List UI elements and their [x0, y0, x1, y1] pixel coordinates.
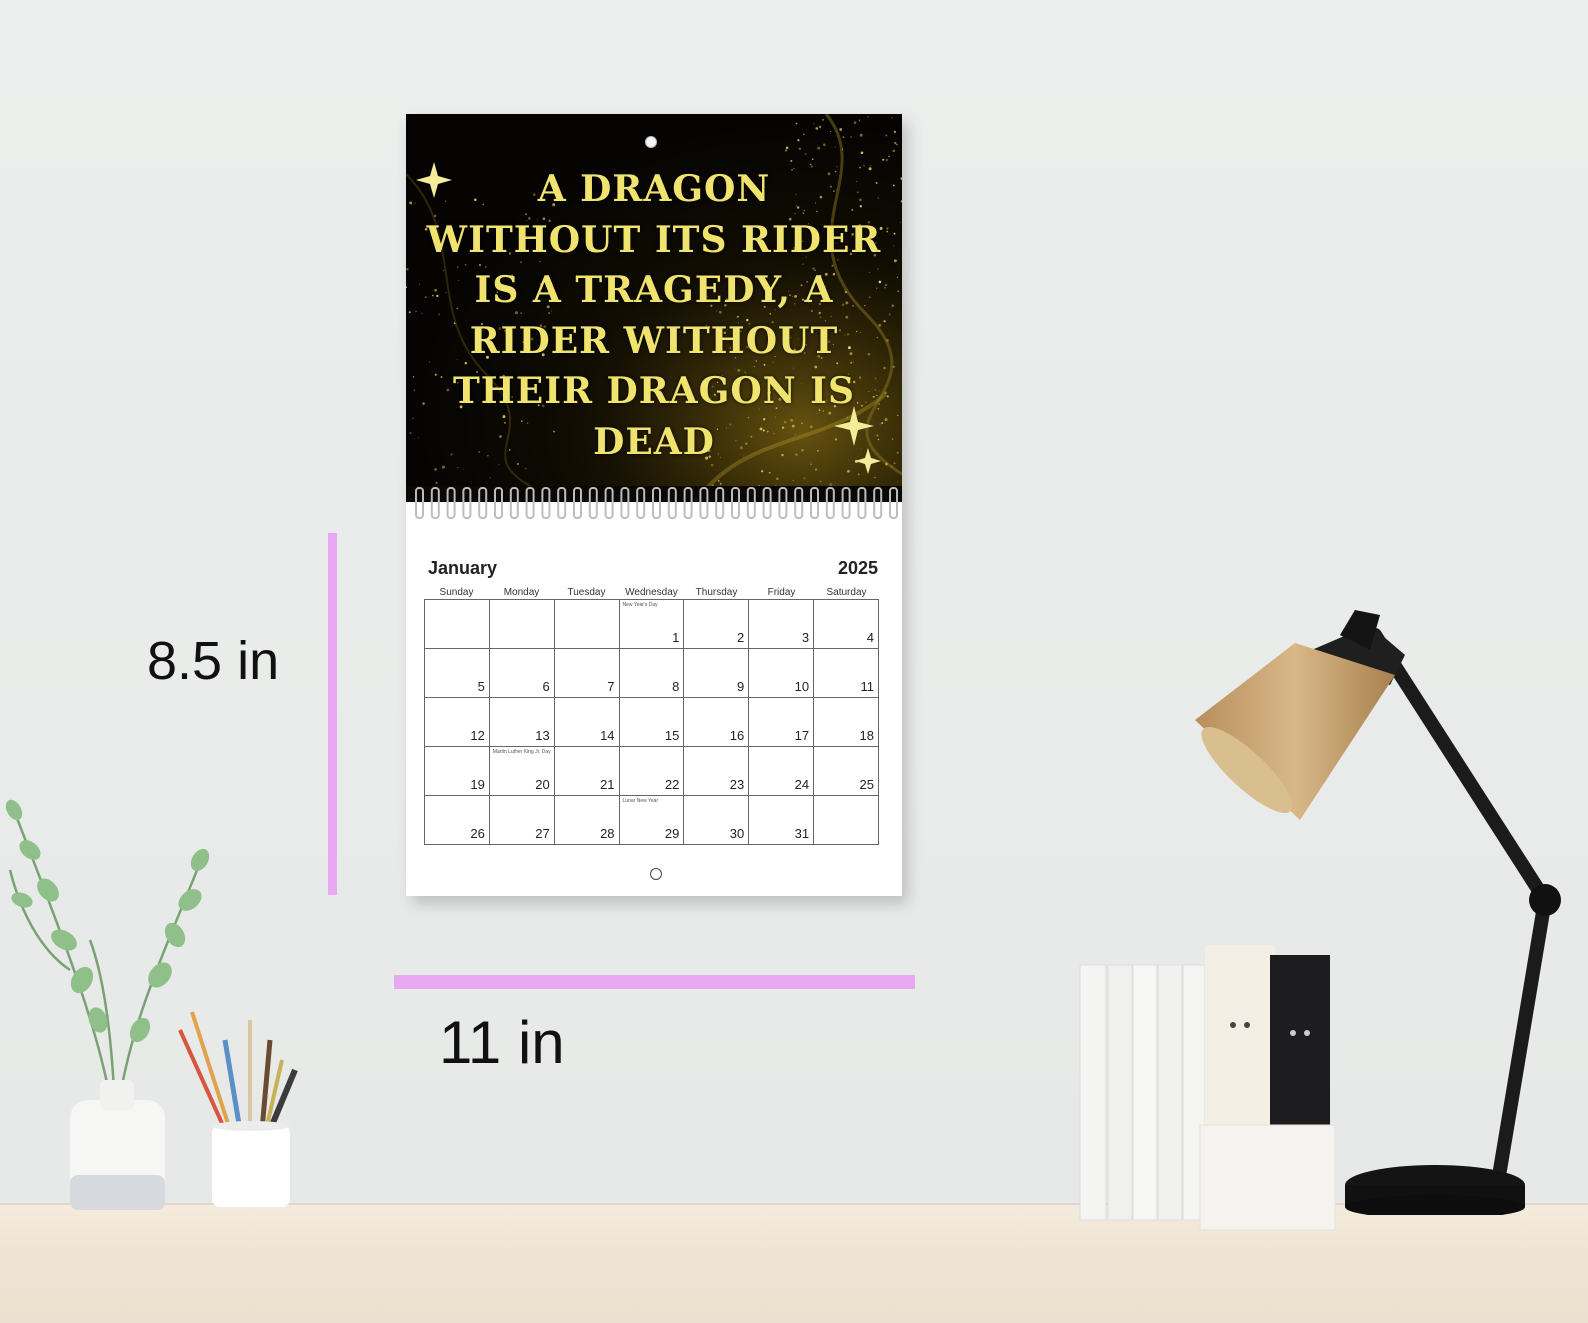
week-row: 5 6 7 8 9 10 11 [424, 648, 879, 698]
day-cell: 19 [424, 746, 490, 796]
day-cell: 17 [748, 697, 815, 747]
weekday-header: Sunday Monday Tuesday Wednesday Thursday Frid… [424, 586, 879, 599]
day-cell: 11 [813, 648, 879, 698]
day-number: 12 [470, 728, 485, 743]
day-cell: 23 [683, 746, 750, 796]
day-cell: 1 New Year's Day [618, 599, 685, 649]
day-number: 4 [866, 630, 874, 645]
day-cell: 26 [424, 795, 490, 845]
height-dimension-label: 8.5 in [147, 631, 280, 691]
day-number: 30 [729, 826, 745, 841]
day-cell: 10 [748, 648, 815, 698]
day-cell: 4 [813, 599, 879, 649]
height-measure-bar [328, 533, 337, 895]
day-number: 22 [664, 777, 680, 792]
holiday-note: New Year's Day [622, 602, 658, 608]
day-cell: 5 [424, 648, 490, 698]
day-cell [553, 599, 620, 649]
day-number: 3 [801, 630, 810, 645]
day-number: 1 [672, 630, 680, 645]
year-title: 2025 [837, 558, 878, 578]
weekday-label: Saturday [826, 587, 867, 598]
day-number: 20 [535, 777, 550, 792]
calendar-quote: A DRAGON WITHOUT ITS RIDER IS A TRAGEDY,… [426, 168, 882, 463]
day-number: 28 [600, 826, 615, 841]
day-cell: 25 [813, 746, 879, 796]
day-cell: 13 [488, 697, 555, 747]
day-cell: 20 Martin Luther King Jr. Day [488, 746, 555, 796]
day-number: 16 [729, 728, 745, 743]
day-number: 15 [664, 728, 680, 743]
day-cell: 14 [553, 697, 620, 747]
day-cell [424, 599, 490, 649]
calendar-page: January 2025 Sunday Monday Tuesday Wednesda… [406, 520, 902, 896]
day-number: 21 [600, 777, 615, 792]
calendar-grid: Sunday Monday Tuesday Wednesday Thursday Frid… [424, 586, 879, 845]
day-number: 6 [542, 679, 550, 694]
width-measure-bar [394, 975, 915, 989]
day-number: 31 [794, 826, 810, 841]
day-cell: 30 [683, 795, 750, 845]
calendar-cover: A DRAGON WITHOUT ITS RIDER IS A TRAGEDY,… [406, 114, 902, 489]
day-number: 11 [860, 679, 875, 694]
week-row: 1 New Year's Day 2 3 4 [424, 599, 879, 649]
day-cell: 7 [553, 648, 620, 698]
day-cell: 22 [618, 746, 685, 796]
weekday-label: Monday [503, 587, 540, 598]
weekday-label: Sunday [439, 587, 474, 598]
week-row: 26 27 28 29 Lunar New Year 30 31 [424, 795, 879, 845]
day-number: 27 [535, 826, 550, 841]
days-table: 1 New Year's Day 2 3 4 5 6 7 8 9 10 11 12 13 14 15 16 17 1… [424, 599, 879, 845]
day-number: 29 [664, 826, 680, 841]
day-number: 10 [794, 679, 810, 694]
day-cell: 29 Lunar New Year [618, 795, 685, 845]
weekday-label: Tuesday [567, 587, 606, 598]
day-number: 25 [859, 777, 874, 792]
bottom-hole [650, 868, 662, 880]
desk-lamp [1195, 610, 1561, 1215]
day-number: 8 [672, 679, 680, 694]
day-cell: 2 [683, 599, 750, 649]
day-number: 24 [794, 777, 810, 792]
width-dimension-label: 11 in [439, 1009, 565, 1076]
day-number: 2 [736, 630, 745, 645]
day-number: 5 [477, 679, 485, 694]
weekday-label: Thursday [695, 587, 738, 598]
hanging-hole [645, 136, 657, 148]
day-cell: 12 [424, 697, 490, 747]
pencil-cup [178, 1011, 298, 1207]
day-number: 7 [607, 679, 615, 694]
week-row: 19 20 Martin Luther King Jr. Day 21 22 23 24 25 [424, 746, 879, 796]
day-cell: 18 [813, 697, 879, 747]
day-cell: 28 [553, 795, 620, 845]
day-number: 26 [470, 826, 485, 841]
wall-calendar: A DRAGON WITHOUT ITS RIDER IS A TRAGEDY,… [406, 114, 902, 896]
weekday-label: Wednesday [625, 587, 678, 598]
day-cell: 8 [618, 648, 685, 698]
day-cell: 9 [683, 648, 750, 698]
day-number: 14 [600, 728, 615, 743]
day-number: 9 [736, 679, 745, 694]
spiral-binding [406, 486, 902, 520]
day-cell: 3 [748, 599, 815, 649]
day-cell: 16 [683, 697, 750, 747]
day-cell [488, 599, 555, 649]
week-row: 12 13 14 15 16 17 18 [424, 697, 879, 747]
day-cell: 24 [748, 746, 815, 796]
day-number: 13 [535, 728, 550, 743]
day-number: 19 [470, 777, 485, 792]
day-cell: 15 [618, 697, 685, 747]
day-number: 23 [729, 777, 745, 792]
holiday-note: Martin Luther King Jr. Day [492, 749, 551, 755]
holiday-note: Lunar New Year [622, 798, 659, 804]
day-number: 18 [859, 728, 874, 743]
month-title: January [428, 558, 498, 578]
day-cell: 21 [553, 746, 620, 796]
day-cell [813, 795, 879, 845]
day-cell: 31 [748, 795, 815, 845]
weekday-label: Friday [767, 587, 796, 598]
day-cell: 6 [488, 648, 555, 698]
day-cell: 27 [488, 795, 555, 845]
day-number: 17 [794, 728, 810, 743]
